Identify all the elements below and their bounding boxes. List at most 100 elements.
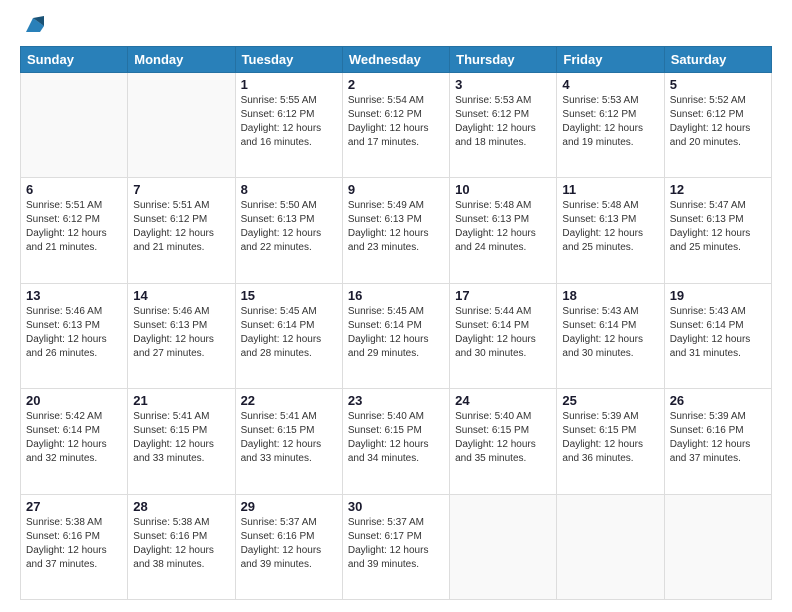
col-header-friday: Friday	[557, 47, 664, 73]
day-cell	[128, 73, 235, 178]
day-detail: Sunrise: 5:38 AM Sunset: 6:16 PM Dayligh…	[133, 516, 229, 572]
day-number: 21	[133, 393, 229, 408]
day-detail: Sunrise: 5:38 AM Sunset: 6:16 PM Dayligh…	[26, 516, 122, 572]
day-number: 11	[562, 182, 658, 197]
day-number: 15	[241, 288, 337, 303]
day-cell: 26 Sunrise: 5:39 AM Sunset: 6:16 PM Dayli…	[664, 389, 771, 494]
day-cell: 17 Sunrise: 5:44 AM Sunset: 6:14 PM Dayli…	[450, 283, 557, 388]
day-cell: 9Sunrise: 5:49 AM Sunset: 6:13 PM Daylig…	[342, 178, 449, 283]
day-cell: 25Sunrise: 5:39 AM Sunset: 6:15 PM Dayli…	[557, 389, 664, 494]
day-detail: Sunrise: 5:37 AM Sunset: 6:16 PM Dayligh…	[241, 516, 337, 572]
day-number: 3	[455, 77, 551, 92]
week-row-2: 6 Sunrise: 5:51 AM Sunset: 6:12 PM Daylig…	[21, 178, 772, 283]
week-row-5: 27 Sunrise: 5:38 AM Sunset: 6:16 PM Dayli…	[21, 494, 772, 599]
day-cell: 27 Sunrise: 5:38 AM Sunset: 6:16 PM Dayli…	[21, 494, 128, 599]
day-number: 1	[241, 77, 337, 92]
day-number: 5	[670, 77, 766, 92]
day-cell: 4 Sunrise: 5:53 AM Sunset: 6:12 PM Daylig…	[557, 73, 664, 178]
day-number: 16	[348, 288, 444, 303]
day-detail: Sunrise: 5:39 AM Sunset: 6:15 PM Dayligh…	[562, 410, 658, 466]
day-detail: Sunrise: 5:37 AM Sunset: 6:17 PM Dayligh…	[348, 516, 444, 572]
day-cell: 22Sunrise: 5:41 AM Sunset: 6:15 PM Dayli…	[235, 389, 342, 494]
page: SundayMondayTuesdayWednesdayThursdayFrid…	[0, 0, 792, 612]
day-detail: Sunrise: 5:45 AM Sunset: 6:14 PM Dayligh…	[241, 305, 337, 361]
day-detail: Sunrise: 5:40 AM Sunset: 6:15 PM Dayligh…	[348, 410, 444, 466]
day-detail: Sunrise: 5:53 AM Sunset: 6:12 PM Dayligh…	[455, 94, 551, 150]
day-detail: Sunrise: 5:55 AM Sunset: 6:12 PM Dayligh…	[241, 94, 337, 150]
week-row-4: 20Sunrise: 5:42 AM Sunset: 6:14 PM Dayli…	[21, 389, 772, 494]
day-detail: Sunrise: 5:43 AM Sunset: 6:14 PM Dayligh…	[670, 305, 766, 361]
day-cell: 13Sunrise: 5:46 AM Sunset: 6:13 PM Dayli…	[21, 283, 128, 388]
day-cell	[557, 494, 664, 599]
day-detail: Sunrise: 5:48 AM Sunset: 6:13 PM Dayligh…	[562, 199, 658, 255]
day-number: 6	[26, 182, 122, 197]
day-cell	[664, 494, 771, 599]
day-cell: 5 Sunrise: 5:52 AM Sunset: 6:12 PM Daylig…	[664, 73, 771, 178]
day-detail: Sunrise: 5:45 AM Sunset: 6:14 PM Dayligh…	[348, 305, 444, 361]
day-detail: Sunrise: 5:43 AM Sunset: 6:14 PM Dayligh…	[562, 305, 658, 361]
day-cell: 20Sunrise: 5:42 AM Sunset: 6:14 PM Dayli…	[21, 389, 128, 494]
day-number: 19	[670, 288, 766, 303]
day-cell: 12 Sunrise: 5:47 AM Sunset: 6:13 PM Dayli…	[664, 178, 771, 283]
day-number: 12	[670, 182, 766, 197]
day-detail: Sunrise: 5:41 AM Sunset: 6:15 PM Dayligh…	[241, 410, 337, 466]
day-number: 2	[348, 77, 444, 92]
day-cell: 2 Sunrise: 5:54 AM Sunset: 6:12 PM Daylig…	[342, 73, 449, 178]
day-cell: 30 Sunrise: 5:37 AM Sunset: 6:17 PM Dayli…	[342, 494, 449, 599]
day-cell	[450, 494, 557, 599]
day-number: 26	[670, 393, 766, 408]
day-number: 14	[133, 288, 229, 303]
week-row-1: 1 Sunrise: 5:55 AM Sunset: 6:12 PM Daylig…	[21, 73, 772, 178]
calendar-table: SundayMondayTuesdayWednesdayThursdayFrid…	[20, 46, 772, 600]
day-cell: 19 Sunrise: 5:43 AM Sunset: 6:14 PM Dayli…	[664, 283, 771, 388]
col-header-tuesday: Tuesday	[235, 47, 342, 73]
day-cell: 3 Sunrise: 5:53 AM Sunset: 6:12 PM Daylig…	[450, 73, 557, 178]
day-number: 13	[26, 288, 122, 303]
day-detail: Sunrise: 5:50 AM Sunset: 6:13 PM Dayligh…	[241, 199, 337, 255]
day-cell: 1 Sunrise: 5:55 AM Sunset: 6:12 PM Daylig…	[235, 73, 342, 178]
day-detail: Sunrise: 5:53 AM Sunset: 6:12 PM Dayligh…	[562, 94, 658, 150]
day-cell: 24 Sunrise: 5:40 AM Sunset: 6:15 PM Dayli…	[450, 389, 557, 494]
day-cell: 14 Sunrise: 5:46 AM Sunset: 6:13 PM Dayli…	[128, 283, 235, 388]
day-number: 18	[562, 288, 658, 303]
day-detail: Sunrise: 5:44 AM Sunset: 6:14 PM Dayligh…	[455, 305, 551, 361]
day-detail: Sunrise: 5:49 AM Sunset: 6:13 PM Dayligh…	[348, 199, 444, 255]
day-cell: 8 Sunrise: 5:50 AM Sunset: 6:13 PM Daylig…	[235, 178, 342, 283]
day-cell: 28Sunrise: 5:38 AM Sunset: 6:16 PM Dayli…	[128, 494, 235, 599]
day-cell: 6Sunrise: 5:51 AM Sunset: 6:12 PM Daylig…	[21, 178, 128, 283]
day-number: 30	[348, 499, 444, 514]
day-detail: Sunrise: 5:54 AM Sunset: 6:12 PM Dayligh…	[348, 94, 444, 150]
day-cell	[21, 73, 128, 178]
day-cell: 10 Sunrise: 5:48 AM Sunset: 6:13 PM Dayli…	[450, 178, 557, 283]
day-detail: Sunrise: 5:51 AM Sunset: 6:12 PM Dayligh…	[133, 199, 229, 255]
day-number: 23	[348, 393, 444, 408]
day-detail: Sunrise: 5:46 AM Sunset: 6:13 PM Dayligh…	[133, 305, 229, 361]
col-header-thursday: Thursday	[450, 47, 557, 73]
day-detail: Sunrise: 5:39 AM Sunset: 6:16 PM Dayligh…	[670, 410, 766, 466]
day-cell: 16 Sunrise: 5:45 AM Sunset: 6:14 PM Dayli…	[342, 283, 449, 388]
day-number: 4	[562, 77, 658, 92]
day-cell: 15 Sunrise: 5:45 AM Sunset: 6:14 PM Dayli…	[235, 283, 342, 388]
day-cell: 23 Sunrise: 5:40 AM Sunset: 6:15 PM Dayli…	[342, 389, 449, 494]
day-cell: 18 Sunrise: 5:43 AM Sunset: 6:14 PM Dayli…	[557, 283, 664, 388]
day-detail: Sunrise: 5:52 AM Sunset: 6:12 PM Dayligh…	[670, 94, 766, 150]
day-number: 8	[241, 182, 337, 197]
week-row-3: 13 Sunrise: 5:46 AM Sunset: 6:13 PM Dayli…	[21, 283, 772, 388]
day-number: 10	[455, 182, 551, 197]
day-detail: Sunrise: 5:40 AM Sunset: 6:15 PM Dayligh…	[455, 410, 551, 466]
col-header-saturday: Saturday	[664, 47, 771, 73]
logo	[20, 16, 44, 36]
day-number: 27	[26, 499, 122, 514]
day-cell: 21Sunrise: 5:41 AM Sunset: 6:15 PM Dayli…	[128, 389, 235, 494]
day-cell: 29Sunrise: 5:37 AM Sunset: 6:16 PM Dayli…	[235, 494, 342, 599]
day-number: 17	[455, 288, 551, 303]
logo-icon	[22, 14, 44, 36]
day-number: 7	[133, 182, 229, 197]
day-cell: 7 Sunrise: 5:51 AM Sunset: 6:12 PM Daylig…	[128, 178, 235, 283]
day-detail: Sunrise: 5:48 AM Sunset: 6:13 PM Dayligh…	[455, 199, 551, 255]
day-number: 24	[455, 393, 551, 408]
day-detail: Sunrise: 5:47 AM Sunset: 6:13 PM Dayligh…	[670, 199, 766, 255]
col-header-wednesday: Wednesday	[342, 47, 449, 73]
col-header-sunday: Sunday	[21, 47, 128, 73]
day-headers-row: SundayMondayTuesdayWednesdayThursdayFrid…	[21, 47, 772, 73]
